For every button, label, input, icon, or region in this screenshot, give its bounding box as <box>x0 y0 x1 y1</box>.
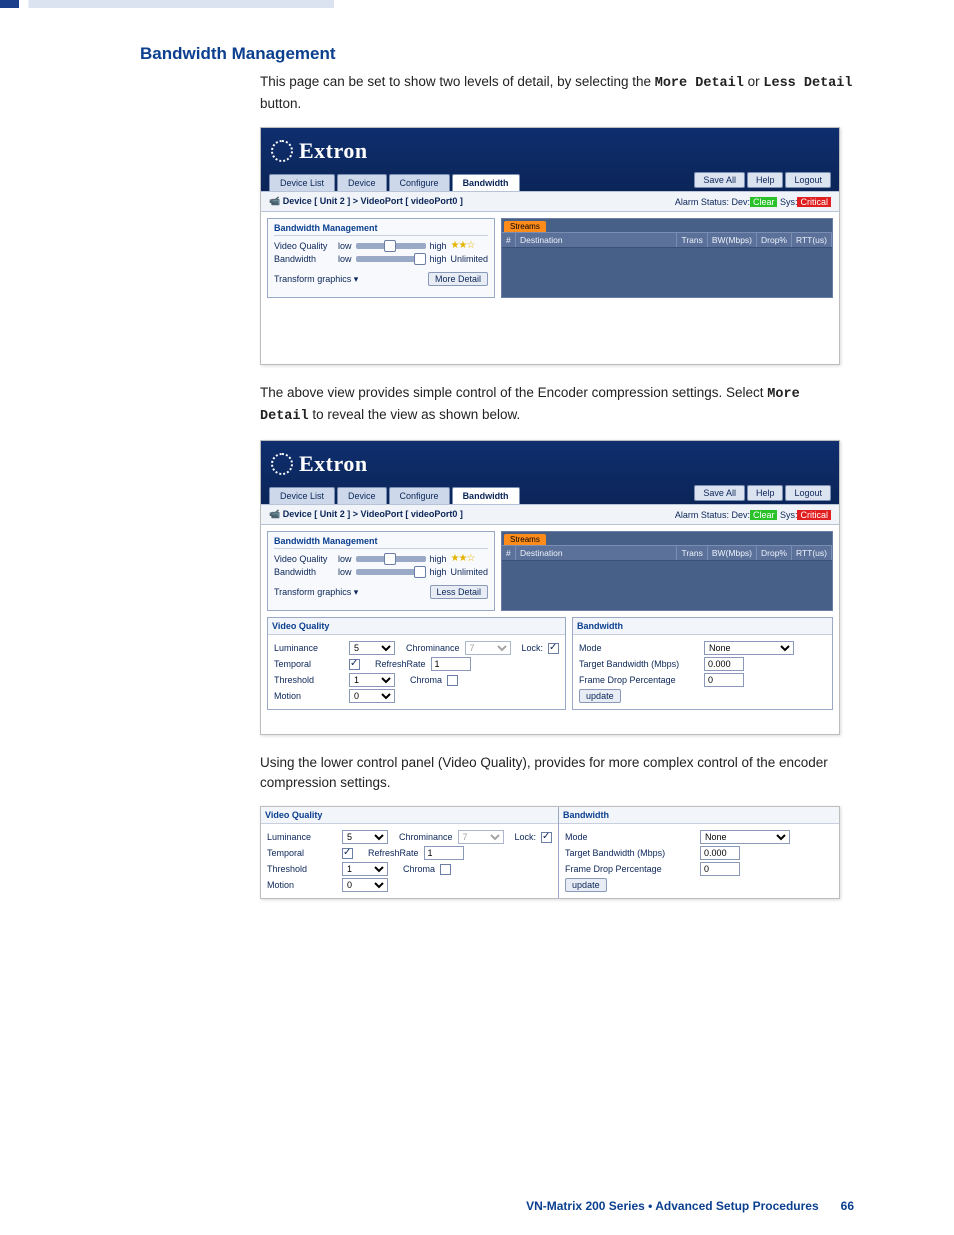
logout-button[interactable]: Logout <box>785 485 831 501</box>
breadcrumb: 📹 Device [ Unit 2 ] > VideoPort [ videoP… <box>269 509 463 520</box>
tab-device[interactable]: Device <box>337 174 387 191</box>
tab-bandwidth[interactable]: Bandwidth <box>452 174 520 191</box>
lock-checkbox[interactable] <box>548 643 559 654</box>
streams-tab[interactable]: Streams <box>504 534 546 545</box>
motion-select[interactable]: 0 <box>349 689 395 703</box>
tab-device[interactable]: Device <box>337 487 387 504</box>
star-rating-icon: ★★☆ <box>451 553 475 564</box>
screenshot-panels-closeup: Video Quality Luminance 5 Chrominance 7 … <box>260 806 840 899</box>
brand-icon <box>271 140 293 162</box>
transform-select[interactable]: graphics ▾ <box>317 587 358 597</box>
vq-subpanel-title: Video Quality <box>261 807 558 824</box>
chroma-checkbox[interactable] <box>447 675 458 686</box>
refreshrate-input[interactable] <box>431 657 471 671</box>
section-heading: Bandwidth Management <box>140 44 854 64</box>
brand-icon <box>271 453 293 475</box>
save-all-button[interactable]: Save All <box>694 485 745 501</box>
vq-slider[interactable] <box>356 556 426 562</box>
chroma-checkbox[interactable] <box>440 864 451 875</box>
more-detail-button[interactable]: More Detail <box>428 272 488 286</box>
less-detail-button[interactable]: Less Detail <box>430 585 489 599</box>
bw-subpanel-title: Bandwidth <box>559 807 839 824</box>
unlimited-label: Unlimited <box>451 254 489 264</box>
target-bw-input[interactable] <box>700 846 740 860</box>
top-stripe <box>0 0 954 8</box>
lock-checkbox[interactable] <box>541 832 552 843</box>
refreshrate-input[interactable] <box>424 846 464 860</box>
logout-button[interactable]: Logout <box>785 172 831 188</box>
chrominance-select[interactable]: 7 <box>465 641 511 655</box>
mode-select[interactable]: None <box>704 641 794 655</box>
tab-configure[interactable]: Configure <box>389 487 450 504</box>
screenshot-detail-view: Extron Device List Device Configure Band… <box>260 440 840 735</box>
frame-drop-input[interactable] <box>704 673 744 687</box>
tab-device-list[interactable]: Device List <box>269 487 335 504</box>
alarm-status: Alarm Status: Dev:Clear Sys:Critical <box>675 510 831 520</box>
tab-configure[interactable]: Configure <box>389 174 450 191</box>
threshold-select[interactable]: 1 <box>342 862 388 876</box>
temporal-checkbox[interactable] <box>349 659 360 670</box>
luminance-select[interactable]: 5 <box>349 641 395 655</box>
bw-panel-title: Bandwidth Management <box>274 536 488 549</box>
mid-paragraph: The above view provides simple control o… <box>260 383 854 426</box>
brand-text: Extron <box>299 138 368 164</box>
help-button[interactable]: Help <box>747 485 784 501</box>
brand-text: Extron <box>299 451 368 477</box>
target-bw-input[interactable] <box>704 657 744 671</box>
transform-label: Transform <box>274 274 315 284</box>
bw-label: Bandwidth <box>274 254 334 264</box>
bw-subpanel-title: Bandwidth <box>573 618 832 635</box>
vq-label: Video Quality <box>274 241 334 251</box>
lower-paragraph: Using the lower control panel (Video Qua… <box>260 753 854 792</box>
update-button[interactable]: update <box>565 878 607 892</box>
vq-slider[interactable] <box>356 243 426 249</box>
star-rating-icon: ★★☆ <box>451 240 475 251</box>
tab-device-list[interactable]: Device List <box>269 174 335 191</box>
vq-subpanel-title: Video Quality <box>268 618 565 635</box>
intro-paragraph: This page can be set to show two levels … <box>260 72 854 113</box>
screenshot-simple-view: Extron Device List Device Configure Band… <box>260 127 840 365</box>
update-button[interactable]: update <box>579 689 621 703</box>
transform-select[interactable]: graphics ▾ <box>317 274 358 284</box>
page-footer: VN-Matrix 200 Series • Advanced Setup Pr… <box>526 1199 854 1213</box>
alarm-status: Alarm Status: Dev:Clear Sys:Critical <box>675 197 831 207</box>
tab-bandwidth[interactable]: Bandwidth <box>452 487 520 504</box>
frame-drop-input[interactable] <box>700 862 740 876</box>
breadcrumb: 📹 Device [ Unit 2 ] > VideoPort [ videoP… <box>269 196 463 207</box>
luminance-select[interactable]: 5 <box>342 830 388 844</box>
temporal-checkbox[interactable] <box>342 848 353 859</box>
streams-tab[interactable]: Streams <box>504 221 546 232</box>
threshold-select[interactable]: 1 <box>349 673 395 687</box>
streams-header: # Destination Trans BW(Mbps) Drop% RTT(u… <box>502 232 832 248</box>
help-button[interactable]: Help <box>747 172 784 188</box>
save-all-button[interactable]: Save All <box>694 172 745 188</box>
bw-slider[interactable] <box>356 256 426 262</box>
bw-panel-title: Bandwidth Management <box>274 223 488 236</box>
streams-header: # Destination Trans BW(Mbps) Drop% RTT(u… <box>502 545 832 561</box>
bw-slider[interactable] <box>356 569 426 575</box>
motion-select[interactable]: 0 <box>342 878 388 892</box>
mode-select[interactable]: None <box>700 830 790 844</box>
chrominance-select[interactable]: 7 <box>458 830 504 844</box>
